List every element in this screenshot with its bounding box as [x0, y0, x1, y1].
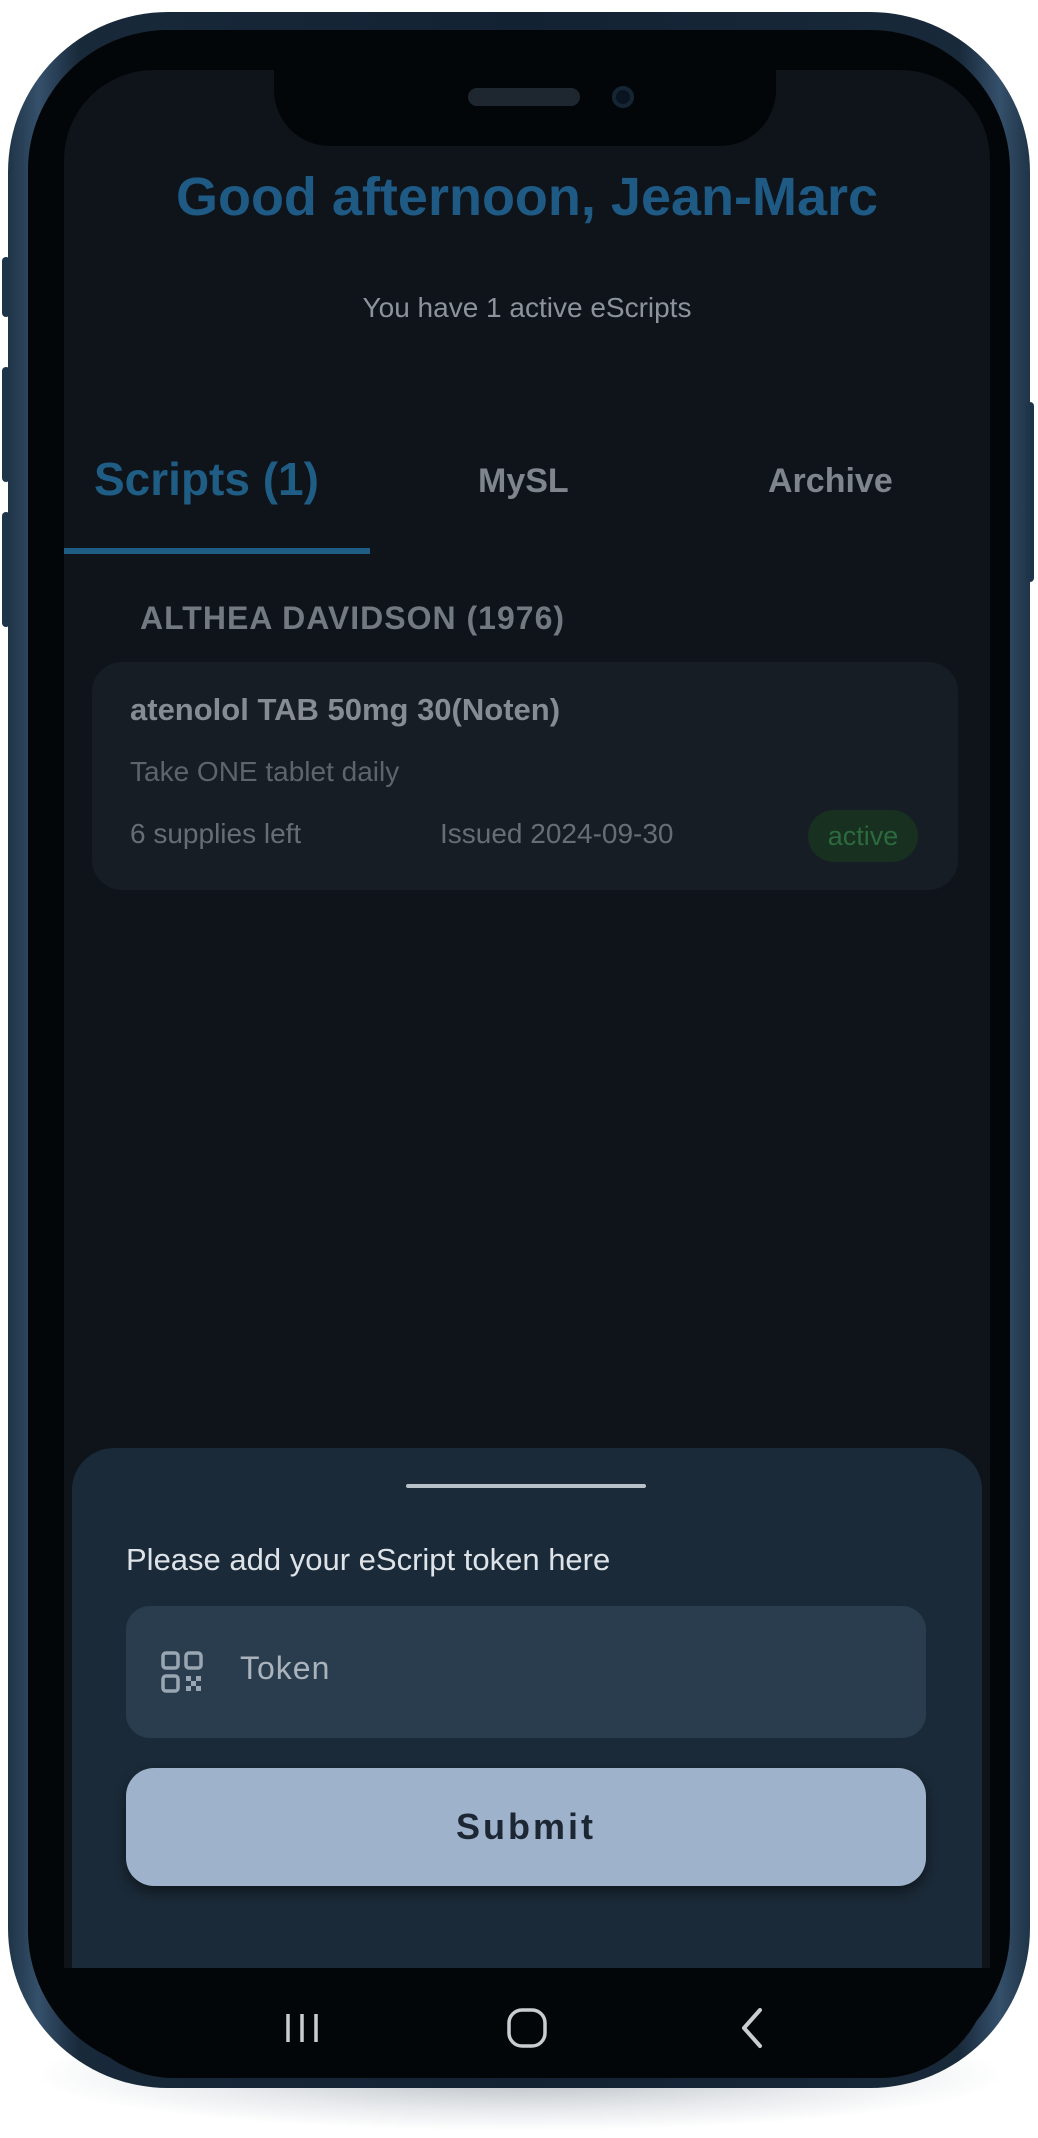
phone-frame: Good afternoon, Jean-Marc You have 1 act…	[2, 12, 1034, 2088]
home-icon[interactable]	[497, 1998, 557, 2058]
active-tab-indicator	[64, 548, 370, 554]
status-badge: active	[808, 810, 918, 862]
recent-apps-icon[interactable]	[272, 1998, 332, 2058]
issued-date: Issued 2024-09-30	[440, 818, 674, 849]
dosage-instructions: Take ONE tablet daily	[130, 756, 400, 787]
front-camera	[612, 86, 634, 108]
speaker-grille	[468, 88, 580, 106]
mute-switch	[2, 257, 10, 317]
qr-code-icon[interactable]	[160, 1650, 204, 1694]
power-button	[1026, 402, 1034, 582]
submit-button[interactable]: Submit	[126, 1768, 926, 1886]
active-scripts-subtitle: You have 1 active eScripts	[362, 292, 692, 323]
notch	[274, 70, 776, 146]
token-placeholder: Token	[240, 1650, 331, 1686]
tab-mysl[interactable]: MySL	[478, 462, 569, 501]
tab-archive[interactable]: Archive	[768, 462, 893, 501]
token-bottom-sheet: Please add your eScript token here Token…	[72, 1448, 982, 1968]
volume-down-button	[2, 512, 10, 627]
tab-scripts[interactable]: Scripts (1)	[94, 452, 319, 506]
patient-name-header: ALTHEA DAVIDSON (1976)	[140, 600, 566, 636]
app-screen: Good afternoon, Jean-Marc You have 1 act…	[64, 70, 990, 2078]
sheet-drag-handle[interactable]	[406, 1484, 646, 1488]
volume-up-button	[2, 367, 10, 482]
back-icon[interactable]	[724, 1998, 784, 2058]
system-nav-bar	[64, 1968, 990, 2078]
script-card[interactable]: atenolol TAB 50mg 30(Noten) Take ONE tab…	[92, 662, 958, 890]
drug-name: atenolol TAB 50mg 30(Noten)	[130, 692, 561, 727]
token-prompt: Please add your eScript token here	[126, 1542, 611, 1577]
supplies-left: 6 supplies left	[130, 818, 302, 849]
greeting-title: Good afternoon, Jean-Marc	[175, 167, 879, 227]
token-input[interactable]: Token	[126, 1606, 926, 1738]
